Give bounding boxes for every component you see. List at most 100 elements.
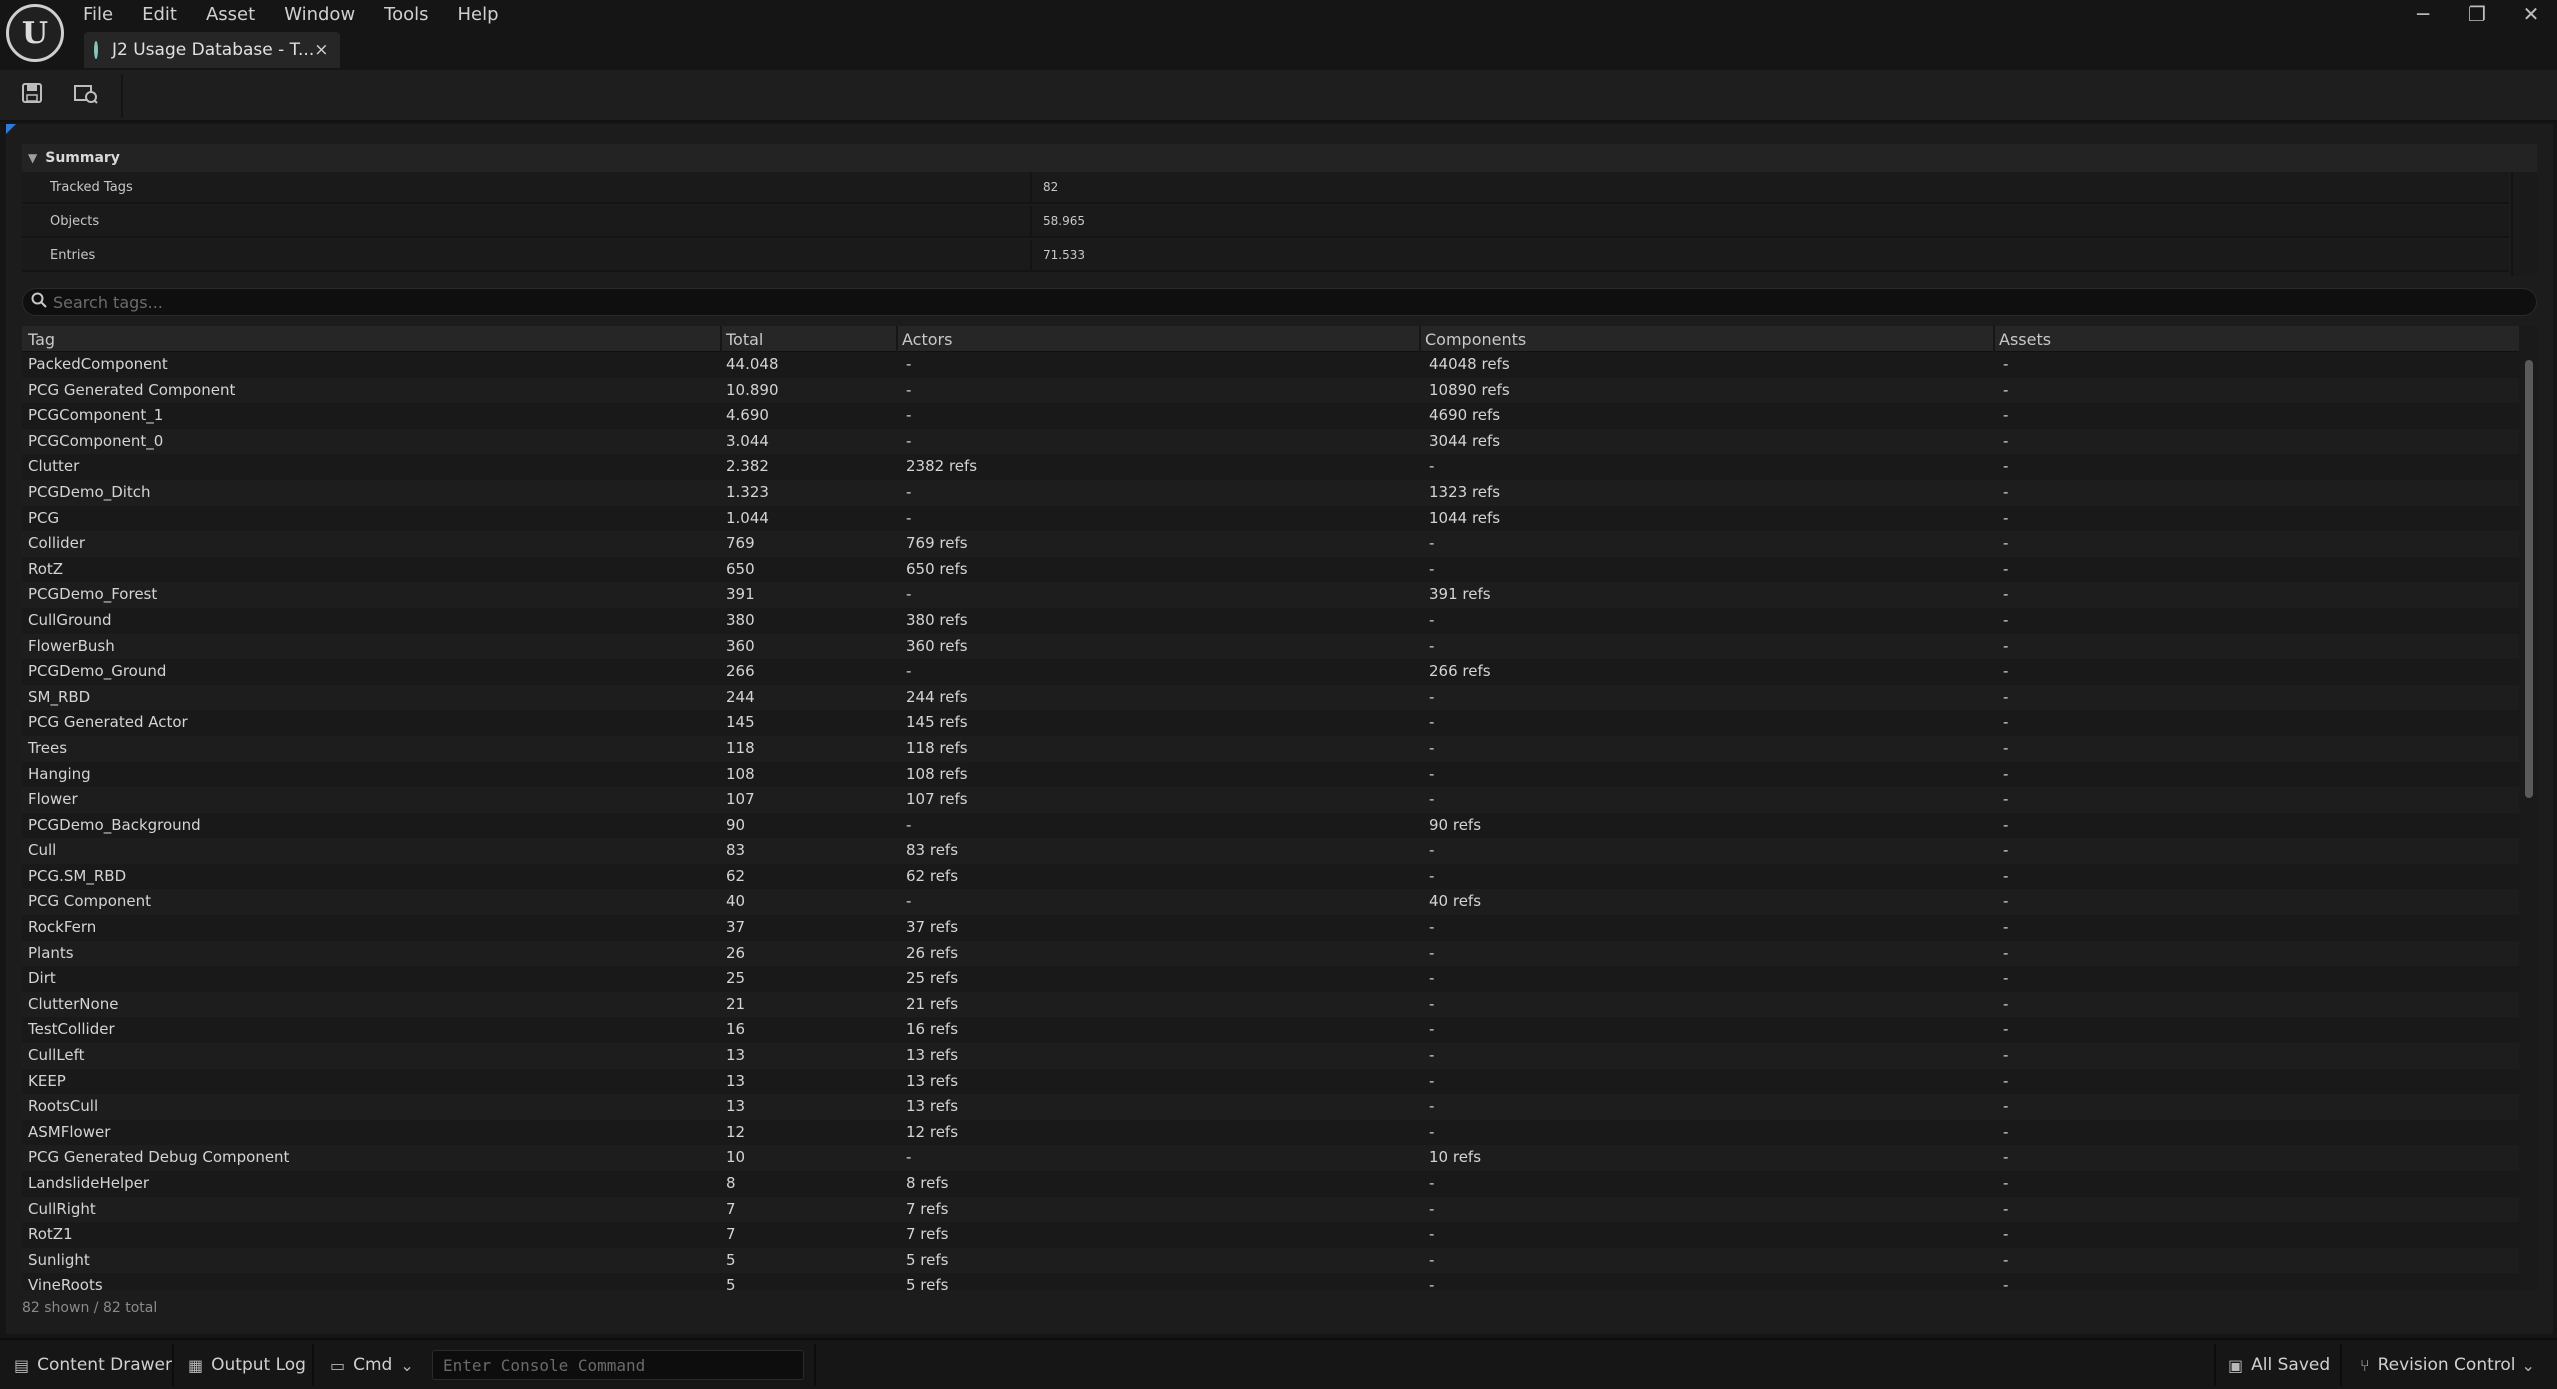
table-row[interactable]: PCGComponent_0 3.044 - 3044 refs -: [22, 428, 2519, 455]
cell-tag: RotZ1: [28, 1225, 73, 1244]
table-row[interactable]: RotZ 650 650 refs - -: [22, 556, 2519, 583]
table-row[interactable]: PCG Generated Component 10.890 - 10890 refs…: [22, 377, 2519, 404]
table-row[interactable]: Cull 83 83 refs - -: [22, 838, 2519, 864]
cell-components: -: [1429, 1225, 1435, 1244]
content-drawer-icon: ▤: [14, 1355, 30, 1375]
cell-total: 380: [726, 610, 755, 629]
document-tab[interactable]: J2 Usage Database - T... ×: [84, 32, 340, 68]
table-row[interactable]: ClutterNone 21 21 refs - -: [22, 991, 2519, 1018]
menu-help[interactable]: Help: [458, 3, 514, 27]
console-command-input[interactable]: [432, 1350, 804, 1380]
column-header-actors[interactable]: Actors: [902, 330, 952, 349]
output-log-button[interactable]: ▦ Output Log: [188, 1350, 306, 1380]
menu-window[interactable]: Window: [284, 3, 370, 27]
menu-bar: File Edit Asset Window Tools Help: [83, 3, 528, 27]
table-row[interactable]: Plants 26 26 refs - -: [22, 940, 2519, 967]
table-row[interactable]: RotZ1 7 7 refs - -: [22, 1222, 2519, 1248]
summary-header[interactable]: ▼ Summary: [22, 144, 2537, 172]
close-window-button[interactable]: ✕: [2521, 2, 2541, 26]
summary-scrollbar[interactable]: [2511, 172, 2537, 276]
table-row[interactable]: PCGComponent_1 4.690 - 4690 refs -: [22, 403, 2519, 429]
table-row[interactable]: PCG Generated Debug Component 10 - 10 refs -: [22, 1145, 2519, 1171]
table-row[interactable]: PackedComponent 44.048 - 44048 refs -: [22, 352, 2519, 378]
table-scrollbar-thumb[interactable]: [2525, 360, 2533, 798]
cell-components: 391 refs: [1429, 585, 1491, 604]
summary-value: 82: [1043, 180, 1059, 194]
table-row[interactable]: PCG.SM_RBD 62 62 refs - -: [22, 863, 2519, 890]
cell-total: 244: [726, 687, 755, 706]
table-row[interactable]: RockFern 37 37 refs - -: [22, 915, 2519, 941]
browse-icon[interactable]: [72, 82, 100, 108]
column-divider[interactable]: [720, 326, 722, 352]
content-drawer-button[interactable]: ▤ Content Drawer: [14, 1350, 172, 1380]
menu-file[interactable]: File: [83, 3, 128, 27]
column-header-total[interactable]: Total: [726, 330, 763, 349]
menu-edit[interactable]: Edit: [142, 3, 192, 27]
all-saved-button[interactable]: ▣ All Saved: [2228, 1350, 2330, 1380]
cell-total: 25: [726, 969, 746, 988]
unreal-logo-icon[interactable]: U: [6, 4, 64, 62]
table-row[interactable]: Collider 769 769 refs - -: [22, 531, 2519, 557]
table-row[interactable]: SM_RBD 244 244 refs - -: [22, 684, 2519, 711]
cell-assets: -: [2003, 431, 2009, 450]
table-row[interactable]: TestCollider 16 16 refs - -: [22, 1017, 2519, 1044]
cell-actors: 650 refs: [906, 559, 968, 578]
cell-tag: RootsCull: [28, 1097, 99, 1116]
restore-button[interactable]: ❐: [2467, 2, 2487, 26]
revision-control-button[interactable]: ⑂ Revision Control ⌄: [2360, 1350, 2535, 1380]
table-row[interactable]: PCGDemo_Ground 266 - 266 refs -: [22, 659, 2519, 685]
cell-total: 62: [726, 866, 746, 885]
table-row[interactable]: ASMFlower 12 12 refs - -: [22, 1119, 2519, 1146]
table-row[interactable]: Sunlight 5 5 refs - -: [22, 1247, 2519, 1274]
table-row[interactable]: Trees 118 118 refs - -: [22, 735, 2519, 762]
cell-components: -: [1429, 1250, 1435, 1269]
table-row[interactable]: RootsCull 13 13 refs - -: [22, 1094, 2519, 1120]
tab-close-icon[interactable]: ×: [314, 40, 328, 60]
cell-components: -: [1429, 1122, 1435, 1141]
search-input[interactable]: [53, 292, 2536, 312]
column-divider[interactable]: [896, 326, 898, 352]
table-row[interactable]: Dirt 25 25 refs - -: [22, 966, 2519, 992]
chevron-down-icon: ⌄: [400, 1355, 414, 1375]
status-separator: [172, 1344, 174, 1386]
cell-total: 10: [726, 1148, 746, 1167]
cell-total: 8: [726, 1174, 736, 1192]
menu-tools[interactable]: Tools: [384, 3, 443, 27]
table-row[interactable]: PCG Generated Actor 145 145 refs - -: [22, 710, 2519, 736]
cell-actors: 13 refs: [906, 1071, 959, 1090]
table-row[interactable]: VineRoots 5 5 refs - -: [22, 1273, 2519, 1290]
cell-total: 5: [726, 1250, 736, 1269]
column-divider: [1030, 240, 1032, 272]
column-divider[interactable]: [1993, 326, 1995, 352]
column-header-components[interactable]: Components: [1425, 330, 1526, 349]
table-row[interactable]: PCGDemo_Background 90 - 90 refs -: [22, 812, 2519, 839]
collapse-arrow-icon[interactable]: ▼: [28, 151, 37, 165]
cmd-dropdown[interactable]: ▭ Cmd ⌄: [330, 1350, 414, 1380]
table-row[interactable]: FlowerBush 360 360 refs - -: [22, 633, 2519, 660]
table-row[interactable]: Clutter 2.382 2382 refs - -: [22, 454, 2519, 480]
cell-components: 4690 refs: [1429, 406, 1501, 425]
table-row[interactable]: KEEP 13 13 refs - -: [22, 1068, 2519, 1095]
table-row[interactable]: Flower 107 107 refs - -: [22, 787, 2519, 813]
cell-total: 13: [726, 1071, 746, 1090]
cell-assets: -: [2003, 585, 2009, 604]
table-row[interactable]: PCG Component 40 - 40 refs -: [22, 889, 2519, 916]
table-row[interactable]: CullGround 380 380 refs - -: [22, 607, 2519, 634]
column-divider[interactable]: [1419, 326, 1421, 352]
table-row[interactable]: PCGDemo_Ditch 1.323 - 1323 refs -: [22, 479, 2519, 506]
table-row[interactable]: LandslideHelper 8 8 refs - -: [22, 1171, 2519, 1197]
table-row[interactable]: CullRight 7 7 refs - -: [22, 1196, 2519, 1223]
menu-asset[interactable]: Asset: [206, 3, 270, 27]
table-row[interactable]: PCG 1.044 - 1044 refs -: [22, 505, 2519, 532]
column-header-assets[interactable]: Assets: [1999, 330, 2051, 349]
cell-tag: KEEP: [28, 1071, 66, 1090]
cell-actors: 5 refs: [906, 1250, 949, 1269]
column-header-tag[interactable]: Tag: [28, 330, 55, 349]
minimize-button[interactable]: ─: [2413, 2, 2433, 26]
cell-components: -: [1429, 1020, 1435, 1039]
table-row[interactable]: Hanging 108 108 refs - -: [22, 761, 2519, 788]
table-row[interactable]: CullLeft 13 13 refs - -: [22, 1043, 2519, 1069]
summary-label: Tracked Tags: [50, 180, 133, 195]
table-row[interactable]: PCGDemo_Forest 391 - 391 refs -: [22, 582, 2519, 608]
save-icon[interactable]: [18, 82, 46, 108]
